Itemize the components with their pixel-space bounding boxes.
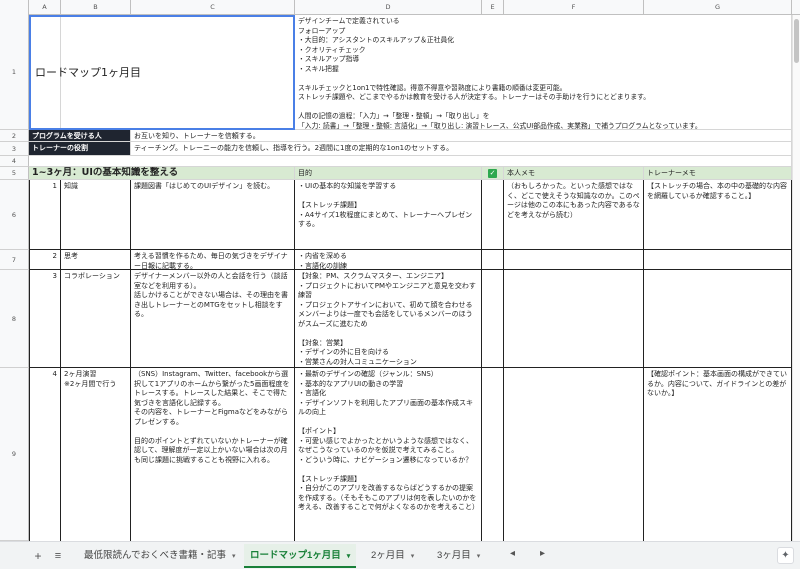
item-2-purpose[interactable]: ・内省を深める ・言語化の訓練	[295, 250, 482, 270]
item-2-name[interactable]: 思考	[61, 250, 131, 270]
roadmap-title-cell[interactable]: ロードマップ1ヶ月目	[29, 15, 295, 130]
row-4-empty[interactable]	[29, 156, 792, 167]
purpose-header-cell[interactable]: 目的	[295, 167, 482, 180]
row-header-3[interactable]: 3	[0, 142, 29, 156]
item-1-self-memo[interactable]: （おもしろかった。といった感想ではなく、どこで使えそうな知識なのか。このページは…	[504, 180, 644, 250]
item-1-purpose[interactable]: ・UIの基本的な知識を学習する 【ストレッチ課題】 ・A4サイズ1枚程度にまとめ…	[295, 180, 482, 250]
add-sheet-icon[interactable]: +	[30, 548, 46, 564]
trainer-role-label-cell[interactable]: トレーナーの役割	[29, 142, 131, 156]
self-memo-header-cell[interactable]: 本人メモ	[504, 167, 644, 180]
scrollbar-thumb[interactable]	[794, 19, 799, 63]
item-2-number[interactable]: 2	[29, 250, 61, 270]
item-2-trainer-memo[interactable]	[644, 250, 792, 270]
scroll-tabs-right-icon[interactable]: ▸	[540, 548, 545, 559]
trainee-label-cell[interactable]: プログラムを受ける人	[29, 130, 131, 142]
column-header-f[interactable]: F	[504, 0, 644, 15]
tab-month-3-label: 3ヶ月目	[437, 550, 471, 561]
item-1-task[interactable]: 課題図書「はじめてのUIデザイン」を読む。	[131, 180, 295, 250]
row-header-1[interactable]: 1	[0, 15, 29, 130]
program-description-cell[interactable]: デザインチームで定義されている フォローアップ ・大目的：アシスタントのスキルア…	[295, 15, 792, 130]
tab-month-2[interactable]: 2ヶ月目 ▾	[365, 544, 420, 568]
item-4-number[interactable]: 4	[29, 368, 61, 541]
tab-books-label: 最低限読んでおくべき書籍・記事	[84, 550, 227, 561]
chevron-down-icon[interactable]: ▾	[477, 553, 481, 560]
explore-icon[interactable]: ✦	[777, 547, 794, 564]
spreadsheet-grid: A B C D E F G 1 2 3 4 5 6 7 8 9 ロードマップ1ヶ…	[0, 0, 800, 541]
item-3-purpose[interactable]: 【対象：PM、スクラムマスター、エンジニア】 ・プロジェクトにおいてPMやエンジ…	[295, 270, 482, 368]
column-header-g[interactable]: G	[644, 0, 792, 15]
section-title-cell[interactable]: 1~3ヶ月：UIの基本知識を整える	[29, 167, 295, 180]
trainer-memo-header-cell[interactable]: トレーナーメモ	[644, 167, 792, 180]
column-header-c[interactable]: C	[131, 0, 295, 15]
check-header-cell[interactable]: ✓	[482, 167, 504, 180]
vertical-scrollbar[interactable]	[792, 15, 800, 541]
item-1-number[interactable]: 1	[29, 180, 61, 250]
column-header-e[interactable]: E	[482, 0, 504, 15]
item-1-trainer-memo[interactable]: 【ストレッチの場合、本の中の基礎的な内容を網羅しているか確認すること。】	[644, 180, 792, 250]
item-4-self-memo[interactable]	[504, 368, 644, 541]
item-3-task[interactable]: デザイナーメンバー以外の人と会話を行う（談話室などを利用する）。 話しかけること…	[131, 270, 295, 368]
item-3-check[interactable]	[482, 270, 504, 368]
item-4-trainer-memo[interactable]: 【確認ポイント：基本画面の構成ができているか。内容について、ガイドラインとの差が…	[644, 368, 792, 541]
scroll-tabs-left-icon[interactable]: ◂	[510, 548, 515, 559]
chevron-down-icon[interactable]: ▾	[232, 553, 236, 560]
row-header-4[interactable]: 4	[0, 156, 29, 167]
item-2-self-memo[interactable]	[504, 250, 644, 270]
column-header-b[interactable]: B	[61, 0, 131, 15]
column-header-bar: A B C D E F G	[0, 0, 800, 15]
item-1-name[interactable]: 知識	[61, 180, 131, 250]
trainee-value-cell[interactable]: お互いを知り、トレーナーを信頼する。	[131, 130, 792, 142]
trainer-role-value-cell[interactable]: ティーチング。トレーニーの能力を信頼し、指導を行う。2週間に1度の定期的な1on…	[131, 142, 792, 156]
item-4-task[interactable]: （SNS）Instagram、Twitter、facebookから選択して1アプ…	[131, 368, 295, 541]
item-1-check[interactable]	[482, 180, 504, 250]
item-3-number[interactable]: 3	[29, 270, 61, 368]
row-header-5[interactable]: 5	[0, 167, 29, 180]
tab-month-3[interactable]: 3ヶ月目 ▾	[431, 544, 486, 568]
chevron-down-icon[interactable]: ▾	[411, 553, 415, 560]
tab-month-2-label: 2ヶ月目	[371, 550, 405, 561]
select-all-corner[interactable]	[0, 0, 29, 15]
tab-roadmap-label: ロードマップ1ヶ月目	[250, 550, 341, 561]
column-header-a[interactable]: A	[29, 0, 61, 15]
column-header-d[interactable]: D	[295, 0, 482, 15]
row-header-7[interactable]: 7	[0, 250, 29, 270]
tab-books[interactable]: 最低限読んでおくべき書籍・記事 ▾	[78, 544, 242, 568]
all-sheets-icon[interactable]: ≡	[50, 548, 66, 564]
item-2-task[interactable]: 考える習慣を作るため、毎日の気づきをデザイナー日報に記載する。	[131, 250, 295, 270]
item-3-name[interactable]: コラボレーション	[61, 270, 131, 368]
checkbox-icon: ✓	[488, 168, 497, 178]
item-4-name[interactable]: 2ヶ月演習 ※2ヶ月間で行う	[61, 368, 131, 541]
row-header-6[interactable]: 6	[0, 180, 29, 250]
item-3-trainer-memo[interactable]	[644, 270, 792, 368]
tab-roadmap-month-1[interactable]: ロードマップ1ヶ月目 ▾	[244, 544, 357, 568]
row-header-9[interactable]: 9	[0, 368, 29, 541]
chevron-down-icon[interactable]: ▾	[347, 553, 351, 560]
item-2-check[interactable]	[482, 250, 504, 270]
row-header-8[interactable]: 8	[0, 270, 29, 368]
item-3-self-memo[interactable]	[504, 270, 644, 368]
sheet-tab-bar: + ≡ 最低限読んでおくべき書籍・記事 ▾ ロードマップ1ヶ月目 ▾ 2ヶ月目 ▾ 3…	[0, 541, 800, 569]
row-header-2[interactable]: 2	[0, 130, 29, 142]
item-4-purpose[interactable]: ・最新のデザインの確認（ジャンル：SNS） ・基本的なアプリUIの動きの学習 ・…	[295, 368, 482, 541]
item-4-check[interactable]	[482, 368, 504, 541]
